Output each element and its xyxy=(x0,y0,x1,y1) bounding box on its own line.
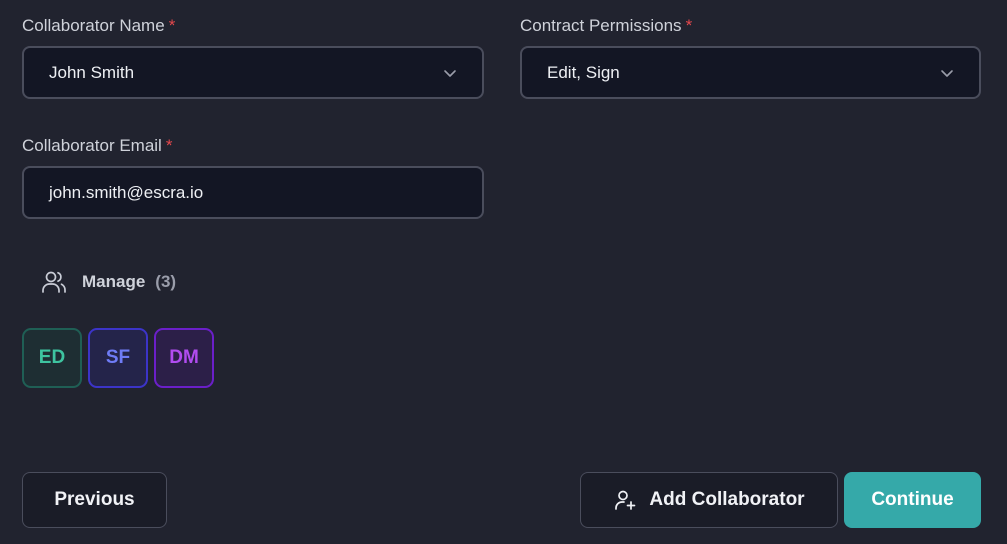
required-asterisk: * xyxy=(685,16,693,35)
collaborator-email-label: Collaborator Email * xyxy=(22,136,172,156)
previous-button-label: Previous xyxy=(54,489,135,510)
avatar[interactable]: SF xyxy=(88,328,148,388)
avatar-initials: SF xyxy=(105,347,131,368)
avatar[interactable]: ED xyxy=(22,328,82,388)
manage-header[interactable]: Manage (3) xyxy=(40,268,176,296)
avatar-initials: DM xyxy=(169,347,199,368)
chevron-down-icon xyxy=(442,65,458,81)
chevron-down-icon xyxy=(939,65,955,81)
required-asterisk: * xyxy=(165,136,173,155)
contract-permissions-label: Contract Permissions * xyxy=(520,16,692,36)
previous-button[interactable]: Previous xyxy=(22,472,167,528)
collaborator-avatars: ED SF DM xyxy=(22,328,220,388)
add-collaborator-form: Collaborator Name * John Smith Contract P… xyxy=(0,0,1007,544)
collaborator-name-label: Collaborator Name * xyxy=(22,16,175,36)
collaborator-email-field[interactable]: john.smith@escra.io xyxy=(22,166,484,219)
users-icon xyxy=(40,268,68,296)
collaborator-name-value: John Smith xyxy=(49,62,135,82)
avatar-initials: ED xyxy=(38,347,66,368)
contract-permissions-select[interactable]: Edit, Sign xyxy=(520,46,981,99)
manage-count: (3) xyxy=(155,272,177,291)
user-plus-icon xyxy=(613,488,637,512)
contract-permissions-value: Edit, Sign xyxy=(547,62,620,82)
required-asterisk: * xyxy=(168,16,176,35)
collaborator-name-select[interactable]: John Smith xyxy=(22,46,484,99)
avatar[interactable]: DM xyxy=(154,328,214,388)
add-collaborator-label: Add Collaborator xyxy=(649,489,805,510)
collaborator-name-label-text: Collaborator Name xyxy=(22,16,165,35)
continue-button-label: Continue xyxy=(871,489,954,510)
manage-title: Manage xyxy=(82,272,146,291)
collaborator-email-value: john.smith@escra.io xyxy=(49,182,204,202)
collaborator-email-label-text: Collaborator Email xyxy=(22,136,162,155)
add-collaborator-button[interactable]: Add Collaborator xyxy=(580,472,838,528)
continue-button[interactable]: Continue xyxy=(844,472,981,528)
contract-permissions-label-text: Contract Permissions xyxy=(520,16,682,35)
